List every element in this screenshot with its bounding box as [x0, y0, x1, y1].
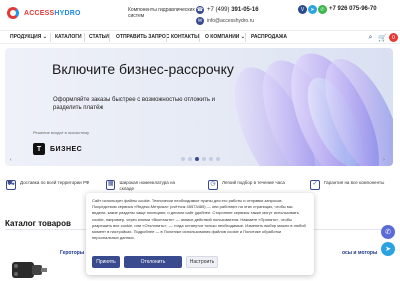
nav-item-contacts[interactable]: КОНТАКТЫ: [171, 34, 199, 40]
tbank-icon: Т: [33, 143, 45, 155]
shield-icon: ✓: [310, 180, 320, 190]
nav-item-catalogs[interactable]: КАТАЛОГИ: [55, 34, 82, 40]
slider-next-icon[interactable]: ›: [383, 157, 385, 163]
main-nav: ПРОДУКЦИЯ ⌄ КАТАЛОГИ СТАТЬИ ОТПРАВИТЬ ЗА…: [0, 30, 400, 44]
site-header: ACCESSHYDRO Компоненты гидравлических си…: [0, 0, 400, 30]
email-link[interactable]: ✉ info@accesshydro.ru: [196, 17, 254, 25]
phone-prefix: +7 (499): [207, 7, 230, 13]
nav-divider: [109, 33, 110, 42]
slider-dot[interactable]: [181, 157, 185, 161]
catalog-item-motors[interactable]: осы и моторы: [342, 250, 377, 256]
slider-prev-icon[interactable]: ‹: [10, 157, 12, 163]
nav-item-sale[interactable]: РАСПРОДАЖА: [251, 34, 287, 40]
nav-divider: [50, 33, 51, 42]
cookie-settings-button[interactable]: Настроить: [186, 256, 218, 268]
phone-secondary[interactable]: +7 926 075-96-70: [329, 6, 377, 12]
callback-icon[interactable]: ✆: [381, 225, 395, 239]
logo-text: ACCESSHYDRO: [24, 9, 81, 17]
feature-selection: ◷ Легкий подбор в течение часа: [208, 180, 298, 190]
nav-item-products[interactable]: ПРОДУКЦИЯ ⌄: [10, 34, 47, 40]
telegram-icon[interactable]: ➤: [308, 5, 317, 14]
catalog-heading: Каталог товаров: [5, 219, 71, 228]
vk-icon[interactable]: V: [298, 5, 307, 14]
whatsapp-icon[interactable]: ✆: [318, 5, 327, 14]
feature-stock: ▦ Широкая номенклатура на складе: [106, 180, 176, 191]
slider-dot[interactable]: [216, 157, 220, 161]
phone-number: 391-05-16: [231, 7, 259, 13]
feature-warranty: ✓ Гарантия на все компоненты: [310, 180, 398, 190]
cookie-reject-button[interactable]: Отклонить: [124, 256, 182, 268]
nav-item-articles[interactable]: СТАТЬИ: [89, 34, 109, 40]
nav-divider: [166, 33, 167, 42]
business-text: БИЗНЕС: [50, 145, 83, 153]
tbusiness-logo: Т БИЗНЕС: [33, 143, 82, 155]
nav-divider: [84, 33, 85, 42]
truck-icon: ⛟: [6, 180, 16, 190]
slider-dot[interactable]: [202, 157, 206, 161]
warehouse-icon: ▦: [106, 180, 116, 190]
logo-mark-icon: [7, 6, 23, 20]
site-logo[interactable]: ACCESSHYDRO: [7, 6, 81, 20]
clock-icon: ◷: [208, 180, 218, 190]
hydraulic-disks-image: [235, 53, 393, 166]
slider-dot[interactable]: [188, 157, 192, 161]
banner-title: Включите бизнес-рассрочку: [52, 61, 234, 77]
mail-icon: ✉: [196, 17, 204, 25]
search-icon[interactable]: ⌕: [366, 33, 375, 42]
feature-delivery: ⛟ Доставка по всей территории РФ: [6, 180, 96, 190]
nav-divider: [245, 33, 246, 42]
banner-note: Решение входит в экосистему: [33, 130, 89, 135]
promo-banner[interactable]: Включите бизнес-рассрочку Оформляйте зак…: [5, 48, 393, 166]
slider-dot[interactable]: [209, 157, 213, 161]
nav-item-about[interactable]: О КОМПАНИИ ⌄: [205, 34, 245, 40]
nav-divider: [199, 33, 200, 42]
phone-icon: ☎: [196, 6, 204, 14]
site-tagline: Компоненты гидравлических систем: [128, 7, 195, 19]
telegram-chat-icon[interactable]: ➤: [381, 242, 395, 256]
slider-dot-active[interactable]: [195, 157, 199, 161]
cookie-consent-dialog: Сайт использует файлы cookie. Технически…: [86, 193, 314, 275]
hydraulic-motor-image: [12, 262, 47, 278]
cart-icon[interactable]: 🛒: [378, 33, 387, 42]
banner-subtitle: Оформляйте заказы быстрее с возможностью…: [53, 97, 216, 111]
slider-dots: [181, 157, 220, 161]
phone-primary[interactable]: ☎ +7 (499) 391-05-16: [196, 6, 259, 14]
cookie-accept-button[interactable]: Принять: [92, 256, 120, 268]
nav-item-request[interactable]: ОТПРАВИТЬ ЗАПРОС: [116, 34, 169, 40]
cookie-text: Сайт использует файлы cookie. Технически…: [92, 198, 306, 241]
email-text: info@accesshydro.ru: [207, 18, 255, 24]
chevron-down-icon: ⌄: [42, 34, 47, 40]
catalog-item-gerotors[interactable]: Героторы: [60, 250, 84, 256]
cart-count-badge: 0: [389, 33, 398, 42]
